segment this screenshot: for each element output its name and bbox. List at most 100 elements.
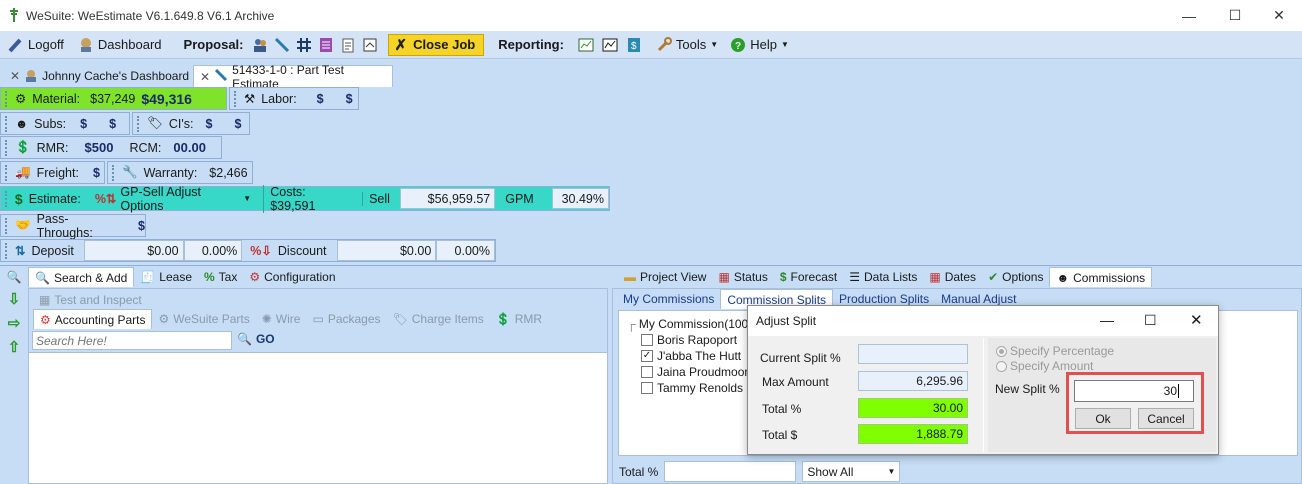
grip-handle[interactable]	[5, 190, 9, 207]
people-icon[interactable]	[252, 37, 268, 53]
discount-pct-input[interactable]: 0.00%	[436, 240, 495, 261]
search-input[interactable]	[32, 331, 232, 350]
zoom-icon[interactable]: 🔍	[7, 270, 22, 284]
tab-label: Data Lists	[864, 270, 918, 284]
grip-handle[interactable]	[137, 115, 141, 132]
discount-amount-input[interactable]: $0.00	[336, 240, 437, 261]
tab-my-commissions[interactable]: My Commissions	[617, 289, 720, 309]
left-pane: 🔍 Search & Add 🧾 Lease % Tax ⚙ Configuration…	[28, 266, 608, 484]
grip-handle[interactable]	[5, 90, 9, 107]
gp-sell-dropdown[interactable]: %⇅ GP-Sell Adjust Options ▼	[95, 185, 251, 213]
logoff-label: Logoff	[28, 37, 64, 52]
grip-handle[interactable]	[112, 164, 116, 181]
grip-handle[interactable]	[5, 242, 9, 259]
tag-icon[interactable]	[274, 37, 290, 53]
report-chart-icon[interactable]	[578, 37, 594, 53]
tab-project-view[interactable]: ▬ Project View	[618, 267, 712, 287]
tab-label: Tax	[218, 270, 238, 284]
tab-wesuite-parts[interactable]: ⚙ WeSuite Parts	[152, 309, 255, 329]
new-split-input[interactable]: 30	[1074, 380, 1194, 402]
chevron-down-icon: ▼	[243, 194, 252, 203]
warranty-summary[interactable]: 🔧 Warranty: $2,466	[107, 161, 253, 184]
list-icon: ☰	[849, 270, 860, 284]
tab-estimate[interactable]: ✕ 51433-1-0 : Part Test Estimate	[193, 63, 393, 91]
calendar-icon: ▦	[929, 270, 941, 284]
specify-percentage-radio[interactable]: Specify Percentage	[996, 344, 1114, 358]
maximize-button[interactable]: ☐	[1144, 312, 1157, 329]
report-dollar-icon[interactable]: $	[626, 37, 642, 53]
grip-handle[interactable]	[5, 115, 9, 132]
checkbox[interactable]	[641, 366, 653, 378]
tree-item[interactable]: Boris Rapoport	[641, 333, 737, 347]
tab-search-add[interactable]: 🔍 Search & Add	[28, 267, 135, 287]
material-summary[interactable]: ⚙ Material: $37,249 $49,316	[0, 87, 227, 110]
labor-summary[interactable]: ⚒ Labor: $ $	[229, 87, 359, 110]
help-menu[interactable]: ? Help ▼	[730, 37, 789, 53]
deposit-amount-input[interactable]: $0.00	[83, 240, 184, 261]
grip-handle[interactable]	[234, 90, 238, 107]
tools-menu[interactable]: Tools ▼	[656, 36, 718, 53]
cis-summary[interactable]: 🏷 CI's: $ $	[132, 112, 250, 135]
close-icon[interactable]: ✕	[10, 69, 20, 83]
deposit-pct-input[interactable]: 0.00%	[183, 240, 243, 261]
document-icon[interactable]	[362, 37, 378, 53]
tree-root[interactable]: ┌ My Commission(100.	[627, 317, 752, 331]
logoff-button[interactable]: Logoff	[8, 37, 64, 53]
down-arrow-icon[interactable]: ⇩	[8, 290, 21, 308]
close-dialog-button[interactable]: ✕	[1190, 311, 1203, 329]
tab-wire[interactable]: ✺ Wire	[256, 309, 307, 329]
tab-charge-items[interactable]: 🏷 Charge Items	[387, 309, 490, 329]
tab-commissions[interactable]: ☻ Commissions	[1049, 267, 1153, 287]
tab-test-inspect[interactable]: ▦ Test and Inspect	[33, 290, 148, 310]
freight-summary[interactable]: 🚚 Freight: $	[0, 161, 105, 184]
ok-button[interactable]: Ok	[1075, 408, 1131, 429]
checkbox[interactable]	[641, 382, 653, 394]
minimize-button[interactable]: —	[1100, 312, 1114, 328]
up-arrow-icon[interactable]: ⇧	[8, 338, 21, 356]
close-window-button[interactable]: ✕	[1256, 0, 1302, 31]
maximize-button[interactable]: ☐	[1212, 0, 1258, 31]
tab-configuration[interactable]: ⚙ Configuration	[243, 267, 341, 287]
rcm-value: 00.00	[173, 140, 206, 155]
checkbox-checked[interactable]: ✓	[641, 350, 653, 362]
close-icon[interactable]: ✕	[200, 70, 210, 84]
dialog-right-panel: Specify Percentage Specify Amount New Sp…	[988, 338, 1216, 452]
sell-input[interactable]: $56,959.57	[399, 188, 496, 209]
grip-handle[interactable]	[5, 139, 9, 156]
total-pct-input[interactable]	[664, 461, 797, 482]
warranty-label: Warranty:	[143, 165, 198, 180]
clipboard-icon[interactable]	[340, 37, 356, 53]
close-job-button[interactable]: ✗ Close Job	[387, 33, 485, 56]
report-graph-icon[interactable]	[602, 37, 618, 53]
grip-handle[interactable]	[5, 164, 9, 181]
rmr-summary[interactable]: 💲 RMR: $500 RCM: 00.00	[0, 136, 222, 159]
cancel-button[interactable]: Cancel	[1138, 408, 1194, 429]
tab-lease[interactable]: 🧾 Lease	[134, 267, 198, 287]
tab-tax[interactable]: % Tax	[198, 267, 243, 287]
tab-dates[interactable]: ▦ Dates	[923, 267, 982, 287]
specify-amount-radio[interactable]: Specify Amount	[996, 359, 1093, 373]
tab-rmr[interactable]: 💲 RMR	[490, 309, 548, 329]
pass-throughs-summary[interactable]: 🤝 Pass-Throughs: $	[0, 212, 146, 240]
tab-options[interactable]: ✔ Options	[982, 267, 1049, 287]
grip-handle[interactable]	[5, 217, 9, 234]
show-all-dropdown[interactable]: Show All ▼	[802, 461, 901, 482]
tab-forecast[interactable]: $ Forecast	[774, 267, 843, 287]
grid-icon[interactable]	[296, 37, 312, 53]
tab-status[interactable]: ▦ Status	[712, 267, 773, 287]
tree-item[interactable]: ✓ J'abba The Hutt	[641, 349, 741, 363]
tab-dashboard[interactable]: ✕ Johnny Cache's Dashboard	[4, 65, 192, 87]
minimize-button[interactable]: —	[1166, 0, 1212, 31]
list-icon[interactable]	[318, 37, 334, 53]
right-arrow-icon[interactable]: ⇨	[8, 314, 21, 332]
gpm-input[interactable]: 30.49%	[551, 188, 609, 209]
checkbox[interactable]	[641, 334, 653, 346]
tab-packages[interactable]: ▭ Packages	[306, 309, 386, 329]
tree-item[interactable]: Jaina Proudmoore	[641, 365, 755, 379]
go-button[interactable]: 🔍 GO	[237, 332, 275, 346]
subs-summary[interactable]: ☻ Subs: $ $	[0, 112, 130, 135]
tab-data-lists[interactable]: ☰ Data Lists	[843, 267, 923, 287]
tab-accounting-parts[interactable]: ⚙ Accounting Parts	[33, 309, 153, 329]
tree-item[interactable]: Tammy Renolds	[641, 381, 743, 395]
dashboard-button[interactable]: Dashboard	[78, 37, 162, 53]
